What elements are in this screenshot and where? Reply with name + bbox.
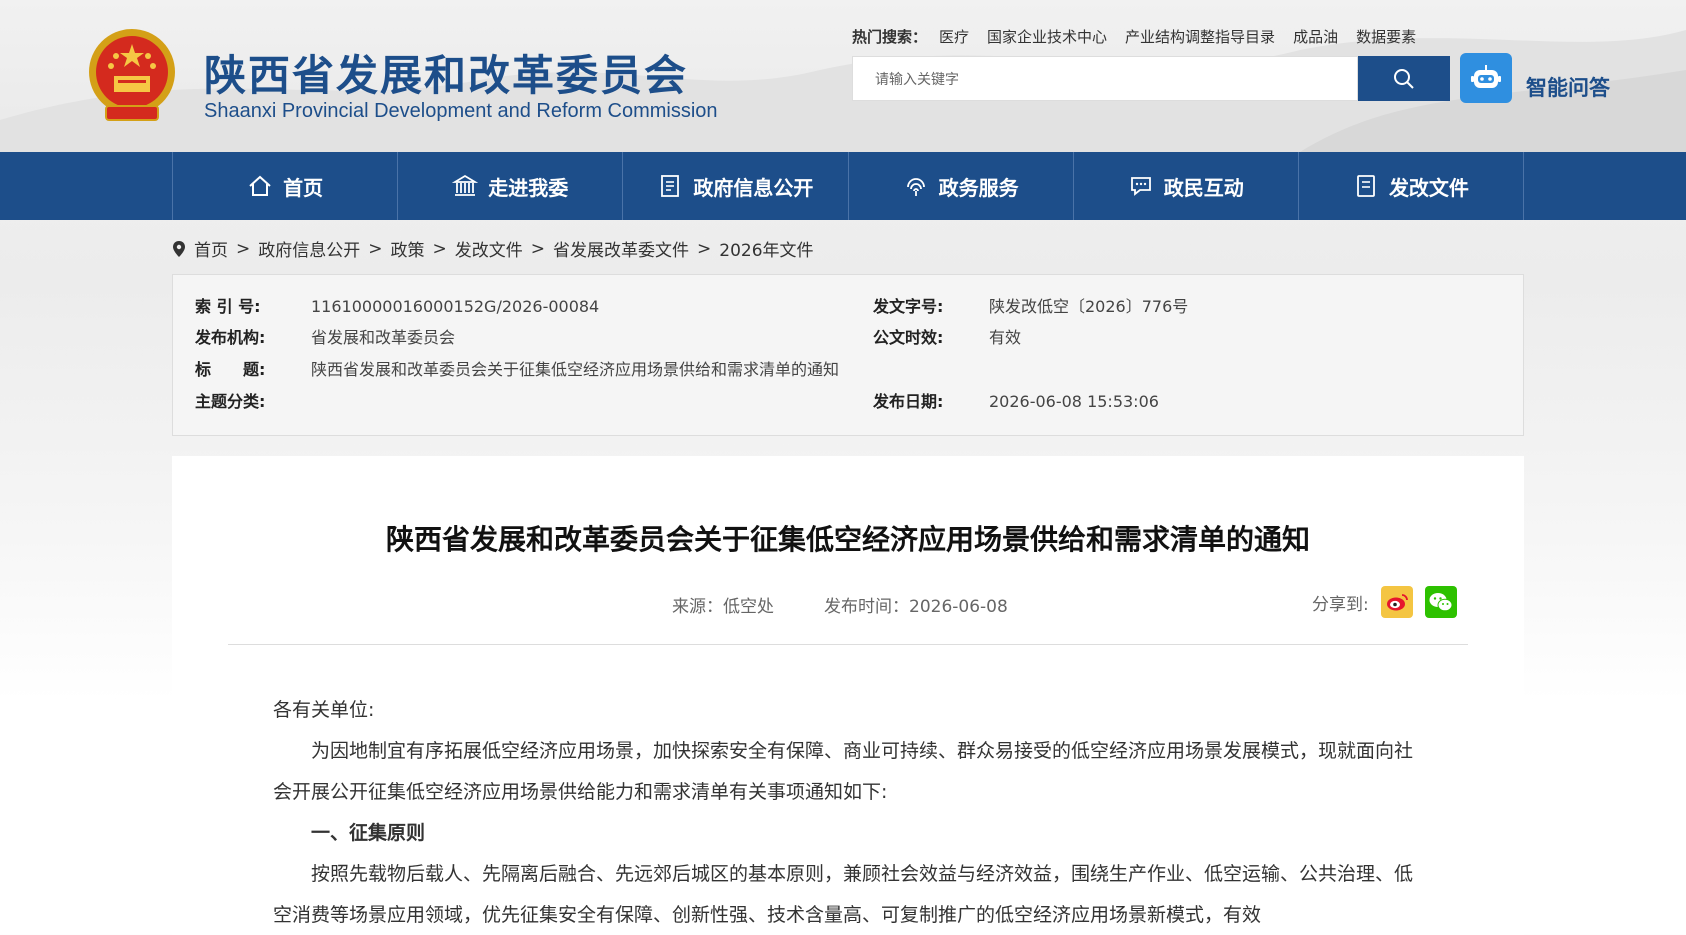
info-label: 主题分类:	[195, 392, 266, 411]
hot-link[interactable]: 产业结构调整指导目录	[1125, 26, 1275, 47]
info-row-title: 标 题: 陕西省发展和改革委员会关于征集低空经济应用场景供给和需求清单的通知	[195, 356, 839, 380]
info-value: 有效	[989, 328, 1022, 347]
national-emblem-icon	[89, 29, 175, 121]
info-value: 陕发改低空〔2026〕776号	[989, 297, 1189, 316]
breadcrumb-item[interactable]: 政策	[391, 236, 425, 261]
info-label: 发布机构:	[195, 328, 266, 347]
article-heading: 一、征集原则	[311, 822, 426, 844]
info-label: 标 题:	[195, 360, 266, 379]
nav-item-label: 政府信息公开	[693, 175, 814, 200]
info-row-docno: 发文字号: 陕发改低空〔2026〕776号	[873, 293, 1188, 317]
weibo-icon	[1386, 594, 1408, 611]
info-value: 2026-06-08 15:53:06	[989, 392, 1159, 411]
document-info-table: 索 引 号: 11610000016000152G/2026-00084 发文字号…	[172, 274, 1524, 436]
nav-item-label: 走进我委	[488, 175, 569, 200]
site-logo-en[interactable]: Shaanxi Provincial Development and Refor…	[204, 100, 718, 123]
share-bar: 分享到:	[1312, 586, 1457, 618]
ai-assistant-label[interactable]: 智能问答	[1526, 72, 1610, 102]
breadcrumb: 首页 > 政府信息公开 > 政策 > 发改文件 > 省发展改革委文件 > 2026年文件	[172, 236, 814, 261]
nav-item-interaction[interactable]: 政民互动	[1072, 152, 1298, 220]
share-label: 分享到:	[1312, 594, 1369, 615]
search-button[interactable]	[1358, 56, 1450, 101]
site-header: 陕西省发展和改革委员会 Shaanxi Provincial Developme…	[0, 0, 1686, 152]
article-salutation: 各有关单位:	[273, 699, 375, 721]
fingerprint-icon	[906, 178, 925, 196]
hot-link[interactable]: 医疗	[939, 26, 969, 47]
info-row-topic: 主题分类:	[195, 388, 311, 412]
document-icon	[661, 175, 680, 197]
info-row-index: 索 引 号: 11610000016000152G/2026-00084	[195, 293, 599, 317]
divider	[228, 644, 1468, 645]
chat-icon	[1130, 177, 1151, 196]
nav-item-label: 政务服务	[938, 175, 1019, 200]
info-row-date: 发布日期: 2026-06-08 15:53:06	[873, 388, 1159, 412]
hot-search: 热门搜索： 医疗 国家企业技术中心 产业结构调整指导目录 成品油 数据要素	[852, 26, 1416, 47]
building-icon	[452, 174, 479, 196]
robot-icon	[1471, 65, 1501, 88]
article-pubtime: 发布时间：2026-06-08	[824, 597, 1008, 617]
ai-assistant-button[interactable]	[1460, 53, 1512, 103]
nav-item-services[interactable]: 政务服务	[847, 152, 1073, 220]
info-label: 发布日期:	[873, 392, 944, 411]
nav-item-label: 首页	[283, 175, 324, 200]
breadcrumb-item[interactable]: 首页	[194, 236, 228, 261]
breadcrumb-item[interactable]: 省发展改革委文件	[553, 236, 689, 261]
info-label: 索 引 号:	[195, 297, 261, 316]
breadcrumb-item[interactable]: 政府信息公开	[258, 236, 360, 261]
article-paragraph: 按照先载物后载人、先隔离后融合、先远郊后城区的基本原则，兼顾社会效益与经济效益，…	[273, 863, 1414, 926]
nav-item-label: 政民互动	[1163, 175, 1244, 200]
info-label: 发文字号:	[873, 297, 944, 316]
search-placeholder: 请输入关键字	[875, 71, 959, 88]
site-logo-cn[interactable]: 陕西省发展和改革委员会	[204, 42, 688, 103]
main-nav: 首页 走进我委 政府信息公开 政务服务 政民互动 发改文件	[0, 152, 1686, 220]
article-paragraph: 为因地制宜有序拓展低空经济应用场景，加快探索安全有保障、商业可持续、群众易接受的…	[273, 740, 1414, 803]
hot-search-title: 热门搜索：	[852, 28, 928, 46]
nav-item-home[interactable]: 首页	[172, 152, 397, 220]
file-icon	[1357, 175, 1375, 197]
article: 陕西省发展和改革委员会关于征集低空经济应用场景供给和需求清单的通知 来源：低空处…	[172, 456, 1524, 935]
wechat-icon	[1429, 593, 1453, 612]
hot-link[interactable]: 成品油	[1293, 26, 1338, 47]
home-icon	[249, 175, 271, 196]
search-icon	[1394, 68, 1414, 89]
info-label: 公文时效:	[873, 328, 944, 347]
nav-item-disclosure[interactable]: 政府信息公开	[622, 152, 847, 220]
article-title: 陕西省发展和改革委员会关于征集低空经济应用场景供给和需求清单的通知	[385, 523, 1310, 556]
breadcrumb-item[interactable]: 2026年文件	[719, 236, 813, 261]
info-row-validity: 公文时效: 有效	[873, 324, 1021, 348]
hot-link[interactable]: 国家企业技术中心	[987, 26, 1107, 47]
info-value: 省发展和改革委员会	[311, 328, 456, 347]
search-input[interactable]: 请输入关键字	[852, 56, 1358, 101]
article-source: 来源：低空处	[672, 597, 774, 617]
info-value: 陕西省发展和改革委员会关于征集低空经济应用场景供给和需求清单的通知	[311, 360, 840, 379]
info-value: 11610000016000152G/2026-00084	[311, 297, 600, 316]
nav-item-about[interactable]: 走进我委	[397, 152, 622, 220]
weibo-share-button[interactable]	[1380, 586, 1413, 618]
nav-item-documents[interactable]: 发改文件	[1297, 152, 1525, 220]
nav-item-label: 发改文件	[1388, 175, 1469, 200]
breadcrumb-item[interactable]: 发改文件	[455, 236, 523, 261]
article-meta: 来源：低空处 发布时间：2026-06-08	[672, 592, 1008, 617]
hot-link[interactable]: 数据要素	[1356, 26, 1416, 47]
article-body: 各有关单位: 为因地制宜有序拓展低空经济应用场景，加快探索安全有保障、商业可持续…	[273, 690, 1426, 935]
info-row-org: 发布机构: 省发展和改革委员会	[195, 324, 455, 348]
location-pin-icon	[173, 240, 185, 257]
wechat-share-button[interactable]	[1424, 586, 1457, 618]
